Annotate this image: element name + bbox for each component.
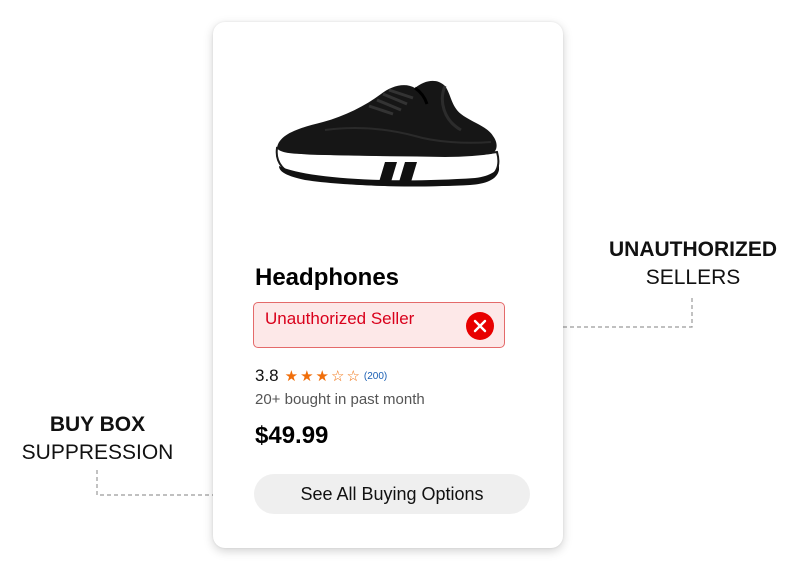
review-count-link[interactable]: (200) [364, 371, 387, 382]
unauthorized-seller-badge: Unauthorized Seller [253, 302, 505, 348]
star-filled-icon: ★ [284, 367, 299, 385]
annotation-subheading: SELLERS [645, 266, 741, 289]
rating-row: 3.8 ★ ★ ★ ☆ ☆ (200) [255, 366, 387, 386]
price: $49.99 [255, 422, 329, 449]
product-title[interactable]: Headphones [255, 264, 399, 292]
product-image[interactable] [265, 70, 513, 210]
close-circle-icon [466, 312, 494, 340]
buy-box-suppression-annotation: BUY BOX SUPPRESSION [10, 411, 185, 467]
unauthorized-sellers-annotation: UNAUTHORIZED SELLERS [598, 236, 788, 292]
bought-count: 20+ bought in past month [255, 391, 425, 408]
annotation-heading: UNAUTHORIZED [609, 238, 777, 261]
star-filled-icon: ★ [315, 367, 329, 385]
product-card[interactable]: Headphones Unauthorized Seller 3.8 ★ ★ ★… [213, 22, 563, 548]
see-all-buying-options-button[interactable]: See All Buying Options [254, 474, 530, 514]
annotation-heading: BUY BOX [49, 413, 146, 436]
rating-value: 3.8 [255, 366, 279, 385]
star-filled-icon: ★ [300, 367, 314, 385]
annotation-subheading: SUPPRESSION [21, 441, 174, 464]
unauthorized-seller-text: Unauthorized Seller [265, 309, 415, 328]
star-empty-icon: ☆ [346, 367, 360, 385]
star-empty-icon: ☆ [331, 367, 345, 385]
